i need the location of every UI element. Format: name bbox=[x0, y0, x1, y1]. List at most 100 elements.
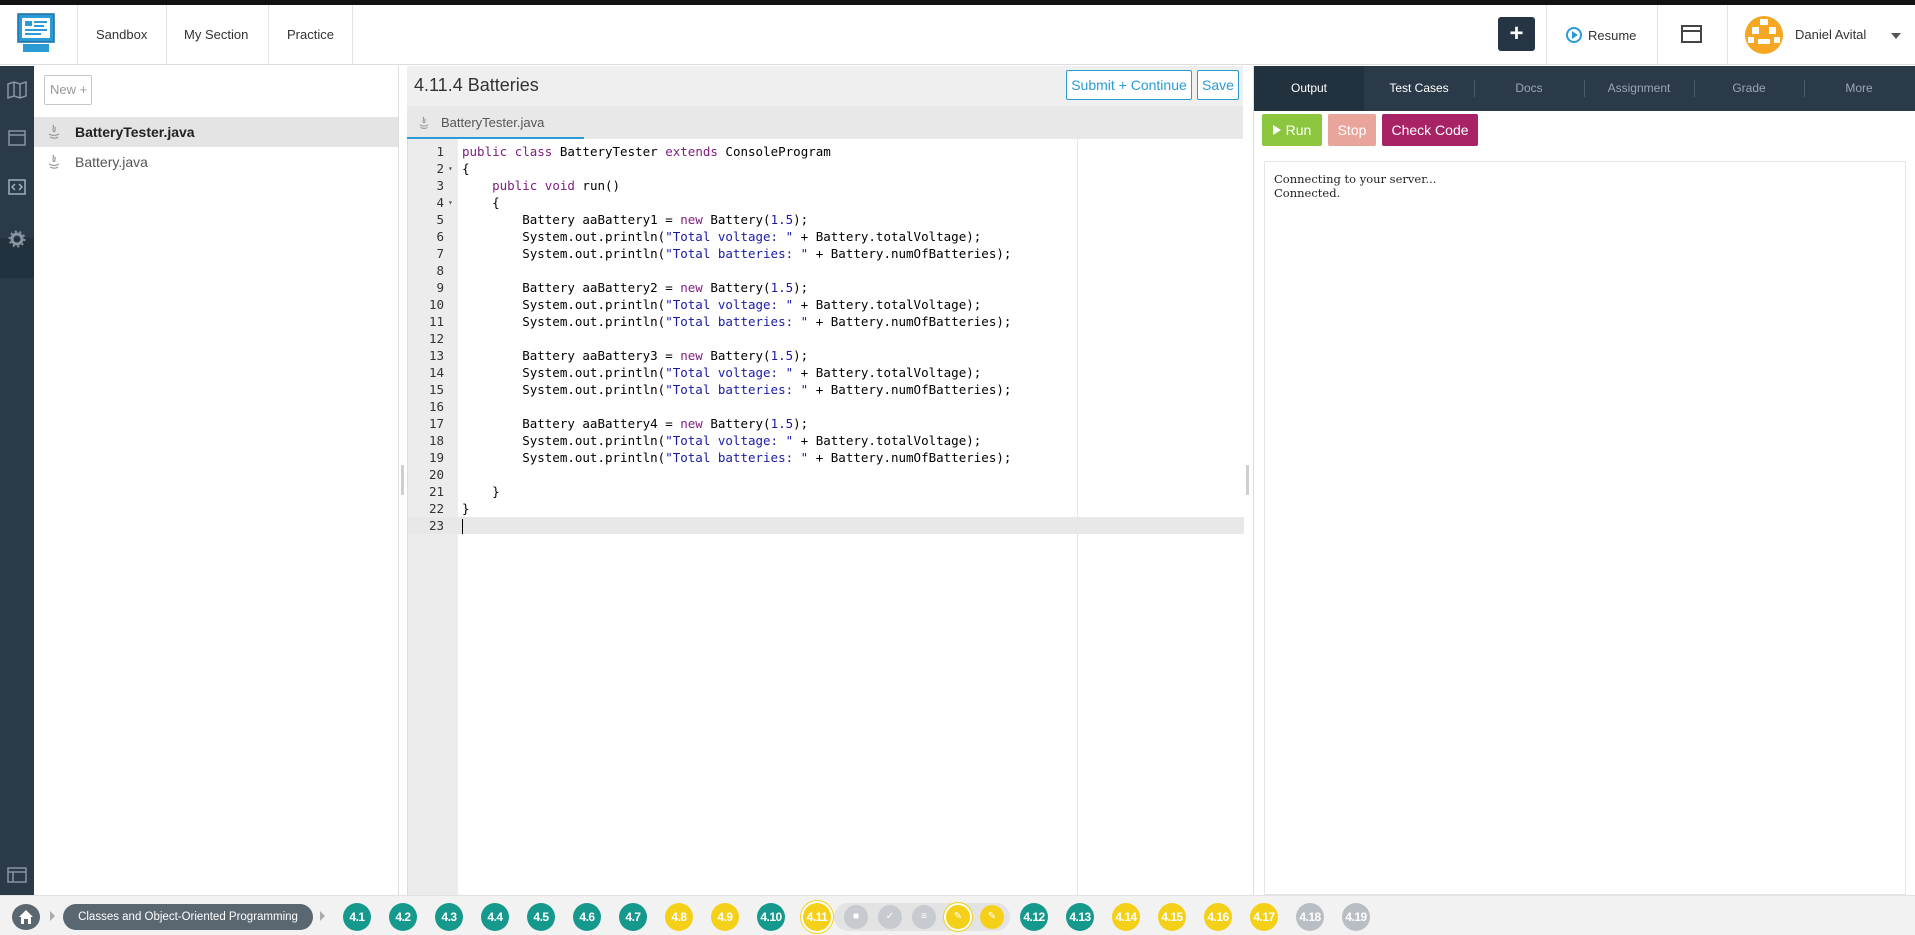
unit-4-16[interactable]: 4.16 bbox=[1204, 903, 1232, 931]
line-number: 1 bbox=[436, 144, 444, 159]
tab-grade[interactable]: Grade bbox=[1694, 66, 1804, 111]
codehs-logo-icon[interactable] bbox=[17, 13, 55, 55]
file-item-battery[interactable]: Battery.java bbox=[34, 147, 398, 177]
code-line[interactable]: 21 } bbox=[408, 483, 1244, 500]
code-icon[interactable] bbox=[7, 178, 27, 196]
fold-arrow-icon[interactable]: ▾ bbox=[448, 160, 453, 177]
code-text: } bbox=[462, 484, 500, 499]
unit-4-17[interactable]: 4.17 bbox=[1250, 903, 1278, 931]
unit-4-9[interactable]: 4.9 bbox=[711, 903, 739, 931]
unit-4-3[interactable]: 4.3 bbox=[435, 903, 463, 931]
code-line[interactable]: 6 System.out.println("Total voltage: " +… bbox=[408, 228, 1244, 245]
code-line[interactable]: 3 public void run() bbox=[408, 177, 1244, 194]
unit-4-5[interactable]: 4.5 bbox=[527, 903, 555, 931]
code-line[interactable]: 22} bbox=[408, 500, 1244, 517]
run-button[interactable]: Run bbox=[1262, 114, 1322, 146]
code-line[interactable]: 16 bbox=[408, 398, 1244, 415]
unit-4-2[interactable]: 4.2 bbox=[389, 903, 417, 931]
doc-icon[interactable]: ≡ bbox=[912, 905, 936, 929]
submit-continue-button[interactable]: Submit + Continue bbox=[1066, 70, 1192, 100]
unit-4-18[interactable]: 4.18 bbox=[1296, 903, 1324, 931]
unit-4-4[interactable]: 4.4 bbox=[481, 903, 509, 931]
code-text: System.out.println("Total voltage: " + B… bbox=[462, 297, 982, 312]
unit-4-13[interactable]: 4.13 bbox=[1066, 903, 1094, 931]
code-line[interactable]: 8 bbox=[408, 262, 1244, 279]
code-line[interactable]: 7 System.out.println("Total batteries: "… bbox=[408, 245, 1244, 262]
nav-practice[interactable]: Practice bbox=[287, 27, 334, 42]
line-number: 22 bbox=[428, 501, 444, 516]
add-button[interactable]: + bbox=[1498, 17, 1535, 51]
nav-sandbox[interactable]: Sandbox bbox=[96, 27, 147, 42]
avatar[interactable] bbox=[1744, 15, 1784, 55]
unit-4-7[interactable]: 4.7 bbox=[619, 903, 647, 931]
map-icon[interactable] bbox=[7, 81, 27, 99]
code-line[interactable]: 4 ▾ { bbox=[408, 194, 1244, 211]
code-line[interactable]: 20 bbox=[408, 466, 1244, 483]
window-icon[interactable] bbox=[1681, 25, 1702, 43]
code-text: { bbox=[462, 195, 500, 210]
unit-4-19[interactable]: 4.19 bbox=[1342, 903, 1370, 931]
tab-output[interactable]: Output bbox=[1254, 66, 1364, 111]
unit-4-15[interactable]: 4.15 bbox=[1158, 903, 1186, 931]
code-text: { bbox=[462, 161, 470, 176]
tab-assignment[interactable]: Assignment bbox=[1584, 66, 1694, 111]
unit-4-12[interactable]: 4.12 bbox=[1020, 903, 1048, 931]
code-editor[interactable]: 1 public class BatteryTester extends Cons… bbox=[407, 139, 1244, 895]
code-line[interactable]: 10 System.out.println("Total voltage: " … bbox=[408, 296, 1244, 313]
tab-batterytester[interactable]: BatteryTester.java bbox=[407, 108, 584, 139]
code-line[interactable]: 1 public class BatteryTester extends Cons… bbox=[408, 143, 1244, 160]
pencil-icon[interactable]: ✎ bbox=[946, 905, 970, 929]
user-name[interactable]: Daniel Avital bbox=[1795, 27, 1866, 42]
line-number: 6 bbox=[436, 229, 444, 244]
nav-divider bbox=[1727, 5, 1728, 64]
code-line[interactable]: 9 Battery aaBattery2 = new Battery(1.5); bbox=[408, 279, 1244, 296]
code-line[interactable]: 14 System.out.println("Total voltage: " … bbox=[408, 364, 1244, 381]
code-lines[interactable]: 1 public class BatteryTester extends Cons… bbox=[408, 143, 1244, 534]
fold-arrow-icon[interactable]: ▾ bbox=[448, 194, 453, 211]
breadcrumb[interactable]: Classes and Object-Oriented Programming bbox=[63, 904, 313, 930]
stop-button[interactable]: Stop bbox=[1328, 114, 1376, 146]
file-panel: New + BatteryTester.java Battery.java bbox=[34, 66, 399, 895]
unit-4-14[interactable]: 4.14 bbox=[1112, 903, 1140, 931]
unit-4-6[interactable]: 4.6 bbox=[573, 903, 601, 931]
chevron-down-icon[interactable] bbox=[1891, 33, 1901, 39]
resume-button[interactable]: Resume bbox=[1566, 27, 1636, 43]
code-line[interactable]: 18 System.out.println("Total voltage: " … bbox=[408, 432, 1244, 449]
line-number: 12 bbox=[428, 331, 444, 346]
video-icon[interactable]: ■ bbox=[844, 905, 868, 929]
output-console[interactable]: Connecting to your server... Connected. bbox=[1264, 161, 1906, 895]
unit-4-8[interactable]: 4.8 bbox=[665, 903, 693, 931]
code-line[interactable]: 17 Battery aaBattery4 = new Battery(1.5)… bbox=[408, 415, 1244, 432]
code-line[interactable]: 12 bbox=[408, 330, 1244, 347]
calendar-icon[interactable] bbox=[7, 128, 27, 146]
file-name: BatteryTester.java bbox=[75, 124, 195, 140]
tab-test-cases[interactable]: Test Cases bbox=[1364, 66, 1474, 111]
tab-more[interactable]: More bbox=[1804, 66, 1914, 111]
new-file-button[interactable]: New + bbox=[44, 75, 92, 105]
code-line[interactable]: 23 bbox=[408, 517, 1244, 534]
unit-4-10[interactable]: 4.10 bbox=[757, 903, 785, 931]
nav-my-section[interactable]: My Section bbox=[184, 27, 248, 42]
layout-icon[interactable] bbox=[7, 866, 27, 884]
file-item-batterytester[interactable]: BatteryTester.java bbox=[34, 117, 398, 147]
home-button[interactable] bbox=[12, 904, 40, 930]
resume-label: Resume bbox=[1588, 27, 1637, 43]
nav-divider bbox=[268, 5, 269, 64]
code-line[interactable]: 13 Battery aaBattery3 = new Battery(1.5)… bbox=[408, 347, 1244, 364]
code-line[interactable]: 11 System.out.println("Total batteries: … bbox=[408, 313, 1244, 330]
code-line[interactable]: 19 System.out.println("Total batteries: … bbox=[408, 449, 1244, 466]
save-button[interactable]: Save bbox=[1197, 70, 1239, 100]
right-splitter-handle[interactable] bbox=[1246, 465, 1249, 495]
check-code-button[interactable]: Check Code bbox=[1382, 114, 1478, 146]
left-splitter-handle[interactable] bbox=[401, 465, 404, 495]
unit-4-11[interactable]: 4.11 bbox=[803, 903, 831, 931]
code-line[interactable]: 15 System.out.println("Total batteries: … bbox=[408, 381, 1244, 398]
check-icon[interactable]: ✓ bbox=[878, 905, 902, 929]
gear-icon[interactable] bbox=[7, 230, 27, 248]
unit-4-1[interactable]: 4.1 bbox=[343, 903, 371, 931]
code-line[interactable]: 2 ▾ { bbox=[408, 160, 1244, 177]
code-line[interactable]: 5 Battery aaBattery1 = new Battery(1.5); bbox=[408, 211, 1244, 228]
pencil-icon[interactable]: ✎ bbox=[980, 905, 1004, 929]
chevron-right-icon bbox=[320, 911, 325, 921]
tab-docs[interactable]: Docs bbox=[1474, 66, 1584, 111]
